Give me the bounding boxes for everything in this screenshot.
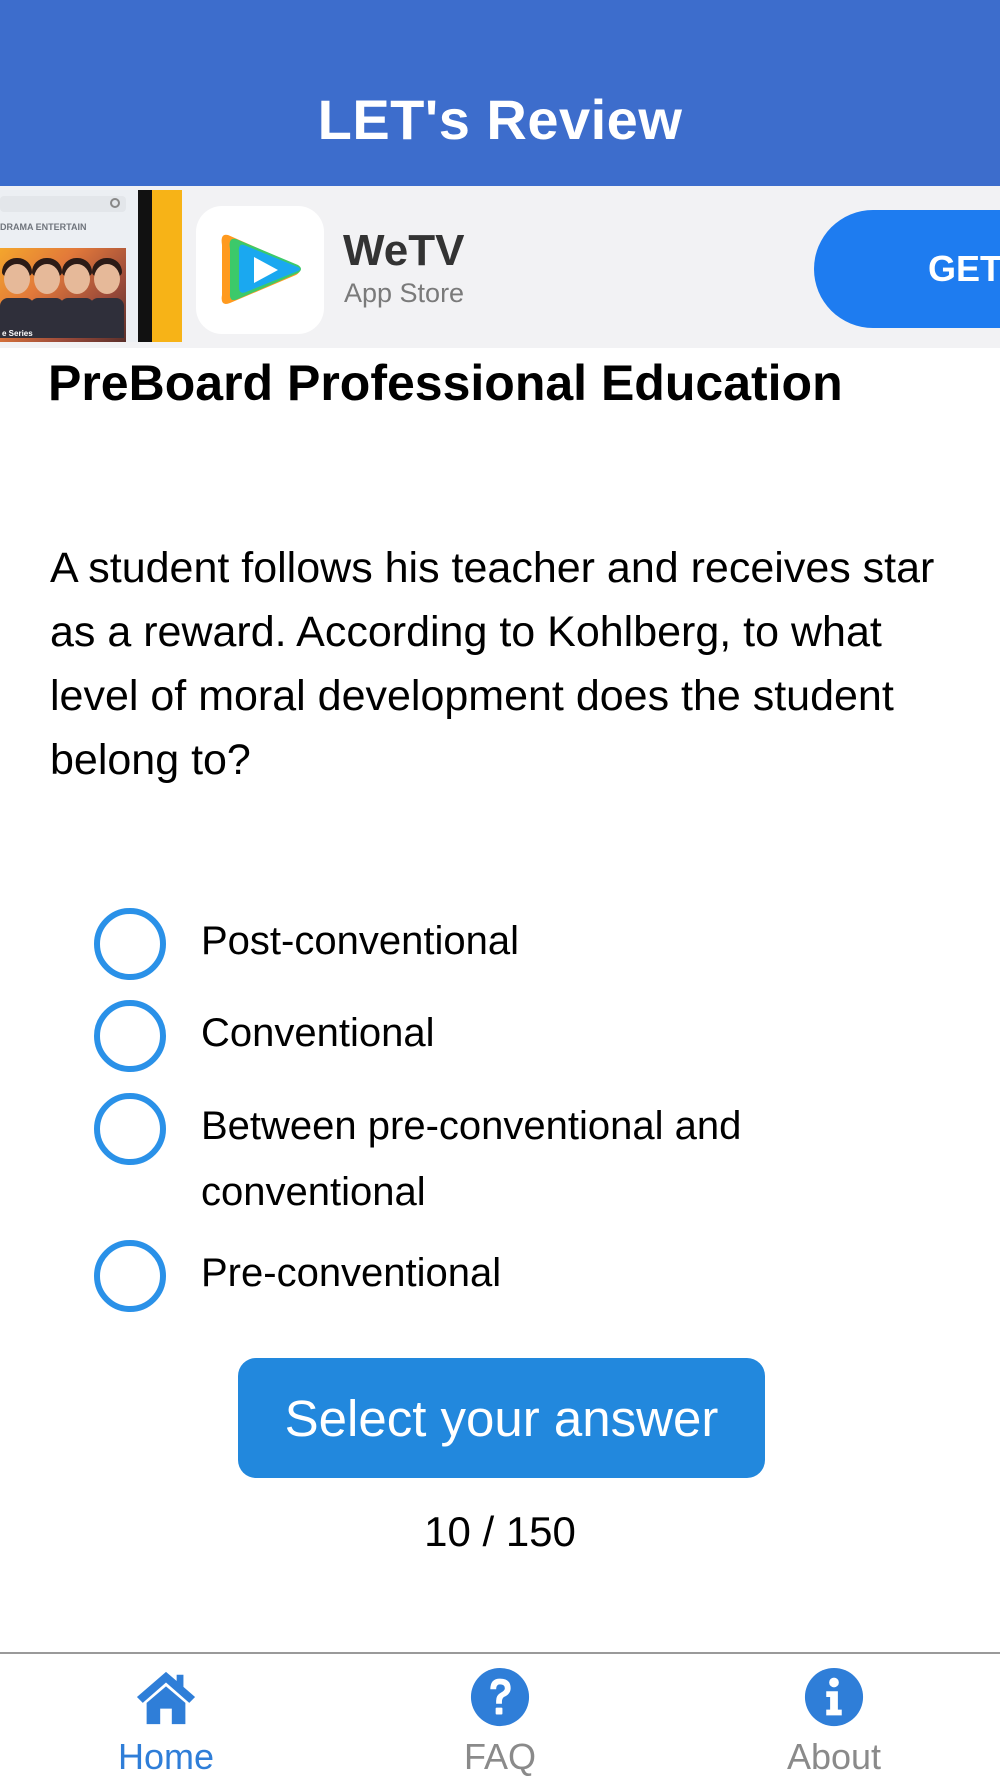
- ad-screenshot-searchbar: [0, 196, 126, 212]
- answer-option-3[interactable]: Between pre-conventional and conventiona…: [94, 1093, 881, 1225]
- answer-option-label: Pre-conventional: [201, 1251, 502, 1295]
- radio-button[interactable]: [94, 1240, 166, 1312]
- ad-get-button[interactable]: GET: [814, 210, 1000, 328]
- radio-button[interactable]: [94, 1093, 166, 1165]
- ad-banner[interactable]: DRAMA ENTERTAIN e Series WeTV App Store …: [0, 186, 1000, 348]
- wetv-app-icon[interactable]: [196, 206, 324, 334]
- app-header: LET's Review: [0, 0, 1000, 186]
- tab-faq-label: FAQ: [463, 1736, 537, 1777]
- tab-about-label: About: [786, 1736, 882, 1777]
- answer-option-label: Between pre-conventional and conventiona…: [201, 1104, 742, 1214]
- ad-accent-strip: [152, 190, 182, 342]
- tab-home-label: Home: [117, 1736, 215, 1777]
- select-answer-button[interactable]: Select your answer: [238, 1358, 765, 1478]
- bottom-tab-bar: Home FAQ About: [0, 1652, 1000, 1780]
- ad-screenshot-poster: e Series: [0, 248, 126, 342]
- tab-home[interactable]: Home: [56, 1654, 276, 1780]
- ad-store-label: App Store: [344, 278, 465, 308]
- question-progress: 10 / 150: [424, 1508, 576, 1555]
- info-circle-icon: [804, 1667, 864, 1727]
- search-icon: [110, 198, 120, 208]
- question-text: A student follows his teacher and receiv…: [50, 544, 935, 784]
- radio-button[interactable]: [94, 908, 166, 980]
- home-icon: [136, 1671, 196, 1725]
- answer-option-label: Post-conventional: [201, 919, 519, 963]
- tab-about[interactable]: About: [724, 1654, 944, 1780]
- ad-screenshot-image: DRAMA ENTERTAIN e Series: [0, 190, 138, 342]
- answer-option-1[interactable]: Post-conventional: [94, 908, 881, 980]
- tab-faq[interactable]: FAQ: [390, 1654, 610, 1780]
- radio-button[interactable]: [94, 1000, 166, 1072]
- ad-phone-frame: [138, 190, 152, 342]
- app-title: LET's Review: [317, 87, 683, 151]
- quiz-title: PreBoard Professional Education: [48, 355, 843, 411]
- ad-screenshot-caption: e Series: [2, 329, 33, 338]
- answer-option-label: Conventional: [201, 1011, 435, 1055]
- answer-option-2[interactable]: Conventional: [94, 1000, 881, 1072]
- ad-app-name: WeTV: [343, 226, 465, 275]
- question-circle-icon: [470, 1667, 530, 1727]
- ad-screenshot-categories: DRAMA ENTERTAIN: [0, 222, 87, 232]
- answer-option-4[interactable]: Pre-conventional: [94, 1240, 881, 1312]
